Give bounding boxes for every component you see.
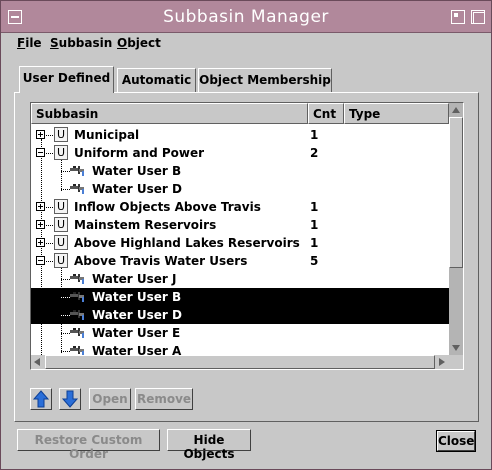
- tree-connector: [61, 297, 70, 298]
- water-user-faucet-icon: [70, 166, 84, 176]
- move-down-button[interactable]: [59, 388, 81, 410]
- tab-label: Automatic: [121, 73, 192, 87]
- tree-connector: [46, 261, 53, 262]
- subbasin-u-icon: U: [54, 235, 68, 250]
- scroll-down-icon[interactable]: [452, 345, 460, 351]
- tree-row-count: 1: [310, 236, 319, 250]
- tree-object-row[interactable]: Water User D: [31, 180, 449, 198]
- expand-icon[interactable]: [36, 202, 45, 211]
- subbasin-u-icon: U: [54, 127, 68, 142]
- restore-custom-order-button[interactable]: Restore Custom Order: [17, 429, 160, 461]
- water-user-faucet-icon: [70, 274, 84, 284]
- tree-row-count: 1: [310, 200, 319, 214]
- tree-row-label: Above Highland Lakes Reservoirs: [74, 236, 300, 250]
- window-title: Subbasin Manager: [163, 7, 329, 27]
- subbasin-u-icon: U: [54, 217, 68, 232]
- scroll-right-icon[interactable]: [439, 358, 445, 366]
- tree-connector: [46, 135, 53, 136]
- water-user-faucet-icon: [70, 328, 84, 338]
- tree-connector: [46, 207, 53, 208]
- tree-row-label: Water User D: [92, 182, 182, 196]
- tab-user-defined[interactable]: User Defined: [19, 66, 114, 93]
- expand-icon[interactable]: [36, 238, 45, 247]
- column-header-subbasin[interactable]: Subbasin: [31, 103, 308, 124]
- vertical-scroll-thumb[interactable]: [449, 117, 463, 268]
- tree-object-row[interactable]: Water User D: [31, 306, 449, 324]
- remove-button[interactable]: Remove: [135, 388, 193, 410]
- collapse-icon[interactable]: [36, 148, 45, 157]
- vertical-scrollbar[interactable]: [449, 103, 463, 355]
- tree-connector: [61, 351, 70, 352]
- tree-object-row[interactable]: Water User E: [31, 324, 449, 342]
- tree-row-count: 2: [310, 146, 319, 160]
- title-bar[interactable]: Subbasin Manager: [1, 1, 491, 33]
- expand-icon[interactable]: [36, 220, 45, 229]
- scroll-left-icon[interactable]: [34, 358, 40, 366]
- tree-object-row[interactable]: Water User J: [31, 270, 449, 288]
- arrow-up-icon: [32, 390, 50, 408]
- tree-row-count: 1: [310, 128, 319, 142]
- tree-object-row[interactable]: Water User B: [31, 288, 449, 306]
- close-button[interactable]: Close: [436, 430, 476, 452]
- tree-row-label: Above Travis Water Users: [74, 254, 248, 268]
- column-header-cnt[interactable]: Cnt: [308, 103, 344, 124]
- tree-connector: [61, 333, 70, 334]
- tree-group-row[interactable]: U Uniform and Power 2: [31, 144, 449, 162]
- scroll-up-icon[interactable]: [452, 107, 460, 113]
- subbasin-tree[interactable]: Subbasin Cnt Type U Municipal 1 U Uniform an…: [30, 102, 464, 370]
- subbasin-u-icon: U: [54, 253, 68, 268]
- tree-row-label: Water User E: [92, 326, 181, 340]
- tab-automatic[interactable]: Automatic: [117, 68, 196, 92]
- tree-group-row[interactable]: U Above Highland Lakes Reservoirs 1: [31, 234, 449, 252]
- collapse-icon[interactable]: [36, 256, 45, 265]
- tree-connector: [61, 189, 70, 190]
- tree-connector: [61, 279, 70, 280]
- hide-objects-button[interactable]: Hide Objects: [167, 429, 251, 461]
- column-header-type[interactable]: Type: [344, 103, 449, 124]
- menu-file[interactable]: File: [17, 36, 42, 50]
- tree-row-label: Inflow Objects Above Travis: [74, 200, 261, 214]
- tree-object-row[interactable]: Water User B: [31, 162, 449, 180]
- tree-row-label: Mainstem Reservoirs: [74, 218, 217, 232]
- tree-row-count: 5: [310, 254, 319, 268]
- tree-connector: [46, 225, 53, 226]
- minimize-icon[interactable]: [451, 10, 465, 24]
- tree-connector: [46, 153, 53, 154]
- subbasin-u-icon: U: [54, 199, 68, 214]
- water-user-faucet-icon: [70, 292, 84, 302]
- tree-row-label: Water User D: [92, 308, 182, 322]
- tree-connector: [61, 171, 70, 172]
- move-up-button[interactable]: [30, 388, 52, 410]
- tree-connector: [46, 243, 53, 244]
- tree-row-label: Water User B: [92, 164, 182, 178]
- expand-icon[interactable]: [36, 130, 45, 139]
- tree-group-row[interactable]: U Inflow Objects Above Travis 1: [31, 198, 449, 216]
- horizontal-scroll-thumb[interactable]: [45, 355, 435, 369]
- maximize-icon[interactable]: [471, 10, 485, 24]
- tab-object-membership[interactable]: Object Membership: [198, 68, 332, 92]
- tree-row-label: Water User B: [92, 290, 182, 304]
- subbasin-manager-window: Subbasin Manager File Subbasin Object Us…: [0, 0, 492, 470]
- tree-group-row[interactable]: U Above Travis Water Users 5: [31, 252, 449, 270]
- tree-row-label: Municipal: [74, 128, 140, 142]
- tab-label: Object Membership: [199, 73, 331, 87]
- tree-group-row[interactable]: U Municipal 1: [31, 126, 449, 144]
- tab-label: User Defined: [22, 71, 111, 85]
- water-user-faucet-icon: [70, 184, 84, 194]
- tree-connector: [61, 315, 70, 316]
- menu-bar: File Subbasin Object: [1, 33, 491, 55]
- tree-row-count: 1: [310, 218, 319, 232]
- arrow-down-icon: [61, 390, 79, 408]
- open-button[interactable]: Open: [89, 388, 131, 410]
- menu-subbasin[interactable]: Subbasin: [50, 36, 112, 50]
- scroll-corner: [449, 355, 463, 369]
- menu-object[interactable]: Object: [117, 36, 161, 50]
- horizontal-scrollbar[interactable]: [31, 355, 449, 369]
- tree-row-label: Uniform and Power: [74, 146, 205, 160]
- tree-row-label: Water User J: [92, 272, 177, 286]
- tree-connector: [46, 369, 53, 370]
- water-user-faucet-icon: [70, 310, 84, 320]
- subbasin-u-icon: U: [54, 145, 68, 160]
- tree-group-row[interactable]: U Mainstem Reservoirs 1: [31, 216, 449, 234]
